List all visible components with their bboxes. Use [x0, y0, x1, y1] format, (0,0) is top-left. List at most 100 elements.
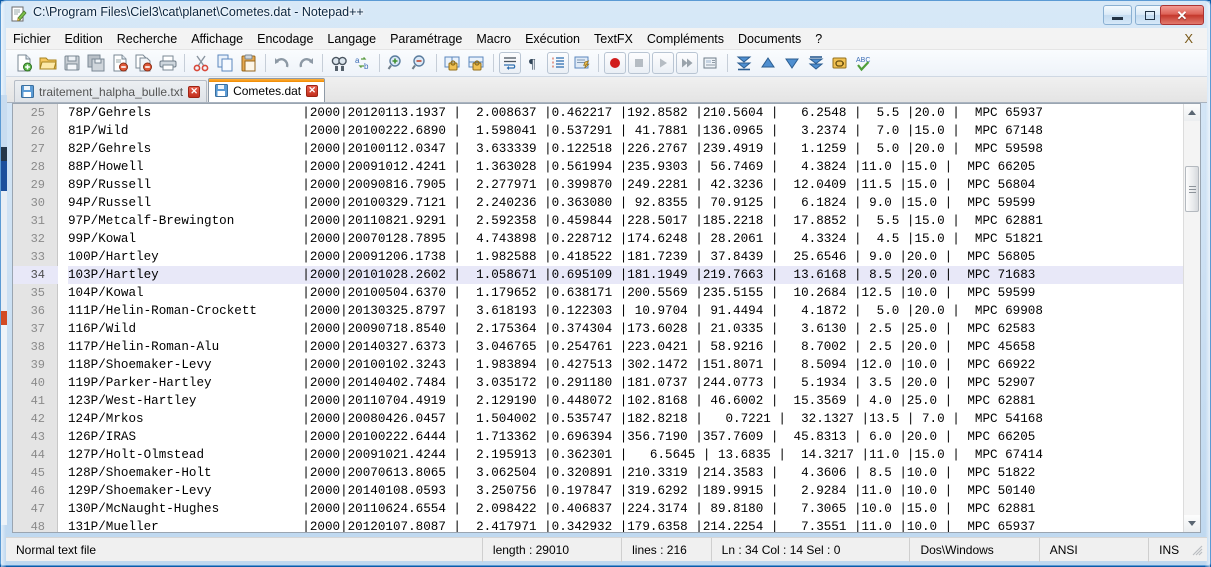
fold-margin[interactable]	[59, 104, 68, 532]
copy-icon[interactable]	[214, 52, 236, 74]
last-bookmark-icon[interactable]	[805, 52, 827, 74]
line-number-list: 25 26 27 28 29 30 31 32 33 34 35 36 37 38 39 40 41 42 43 44…	[13, 104, 58, 536]
zoom-in-icon[interactable]	[385, 52, 407, 74]
close-document-button[interactable]: X	[1184, 31, 1207, 46]
toolbar-separator	[598, 54, 599, 72]
line-number: 48	[13, 518, 58, 536]
menu-item-complements[interactable]: Compléments	[640, 29, 731, 49]
run-macro-multiple-icon[interactable]	[676, 52, 698, 74]
new-file-icon[interactable]	[13, 52, 35, 74]
scrollbar-grip-icon	[1188, 188, 1196, 190]
cut-icon[interactable]	[190, 52, 212, 74]
tab-close-icon[interactable]: ✕	[306, 84, 319, 97]
paste-icon[interactable]	[238, 52, 260, 74]
notepad-plus-plus-icon	[11, 6, 27, 22]
scroll-down-arrow[interactable]	[1184, 515, 1200, 532]
tab-traitement-halpha-bulle-txt[interactable]: traitement_halpha_bulle.txt ✕	[14, 80, 208, 102]
title-bar[interactable]: C:\Program Files\Ciel3\cat\planet\Comete…	[1, 1, 1210, 27]
menu-item-macro[interactable]: Macro	[469, 29, 518, 49]
indent-guide-icon[interactable]	[547, 52, 569, 74]
line-number-label: 31	[30, 214, 45, 228]
play-macro-icon[interactable]	[652, 52, 674, 74]
sync-horizontal-scroll-icon[interactable]	[466, 52, 488, 74]
editor-line-text: 126P/IRAS |2000|20100222.6444 | 1.713362…	[68, 430, 1036, 444]
line-number: 31	[13, 212, 58, 230]
menu-item-langage[interactable]: Langage	[320, 29, 383, 49]
next-bookmark-icon[interactable]	[781, 52, 803, 74]
save-icon[interactable]	[61, 52, 83, 74]
zoom-out-icon[interactable]	[409, 52, 431, 74]
minimize-button[interactable]	[1103, 5, 1132, 25]
notepad-plus-plus-window: C:\Program Files\Ciel3\cat\planet\Comete…	[0, 0, 1211, 567]
line-number: 45	[13, 464, 58, 482]
close-all-icon[interactable]	[133, 52, 155, 74]
editor-line-text: 97P/Metcalf-Brewington |2000|20110821.92…	[68, 214, 1043, 228]
replace-icon[interactable]: a b	[352, 52, 374, 74]
line-number: 47	[13, 500, 58, 518]
spell-check-icon[interactable]: ABC	[853, 52, 875, 74]
editor-line-text: 123P/West-Hartley |2000|20110704.4919 | …	[68, 394, 1036, 408]
resize-grip-icon[interactable]	[1191, 544, 1203, 556]
menu-item-execution[interactable]: Exécution	[518, 29, 587, 49]
undo-icon[interactable]	[271, 52, 293, 74]
menu-item-recherche[interactable]: Recherche	[110, 29, 184, 49]
close-button[interactable]: ✕	[1160, 5, 1204, 25]
save-macro-icon[interactable]	[700, 52, 722, 74]
line-number-label: 40	[30, 376, 45, 390]
editor-line-text: 124P/Mrkos |2000|20080426.0457 | 1.50400…	[68, 412, 1043, 426]
menu-item-encodage[interactable]: Encodage	[250, 29, 320, 49]
line-number: 40	[13, 374, 58, 392]
menu-item-textfx[interactable]: TextFX	[587, 29, 640, 49]
line-number-label: 30	[30, 196, 45, 210]
toolbar-separator	[436, 54, 437, 72]
menu-item-help[interactable]: ?	[808, 29, 829, 49]
docked-panel-strip	[1, 325, 7, 525]
menu-bar: Fichier Edition Recherche Affichage Enco…	[6, 28, 1207, 50]
status-length: length : 29010	[483, 537, 623, 562]
toolbar-separator	[184, 54, 185, 72]
editor-line-text: 127P/Holt-Olmstead |2000|20091021.4244 |…	[68, 448, 1043, 462]
scroll-up-arrow[interactable]	[1184, 104, 1200, 121]
scrollbar-thumb[interactable]	[1185, 166, 1199, 212]
stop-record-macro-icon[interactable]	[628, 52, 650, 74]
clear-bookmarks-icon[interactable]	[829, 52, 851, 74]
word-wrap-icon[interactable]	[499, 52, 521, 74]
show-all-chars-icon[interactable]: ¶	[523, 52, 545, 74]
svg-text:b: b	[364, 62, 369, 71]
toolbar-separator	[493, 54, 494, 72]
save-all-icon[interactable]	[85, 52, 107, 74]
editor-line-text: 81P/Wild |2000|20100222.6890 | 1.598041 …	[68, 124, 1043, 138]
line-number-label: 43	[30, 430, 45, 444]
menu-item-affichage[interactable]: Affichage	[184, 29, 250, 49]
line-number-label: 45	[30, 466, 45, 480]
editor-area[interactable]: 25 26 27 28 29 30 31 32 33 34 35 36 37 38 39 40 41 42 43 44…	[12, 103, 1201, 536]
print-icon[interactable]	[157, 52, 179, 74]
close-file-icon[interactable]	[109, 52, 131, 74]
find-icon[interactable]	[328, 52, 350, 74]
menu-item-edition[interactable]: Edition	[58, 29, 110, 49]
previous-bookmark-icon[interactable]	[757, 52, 779, 74]
svg-text:a: a	[355, 56, 360, 65]
open-file-icon[interactable]	[37, 52, 59, 74]
menu-item-documents[interactable]: Documents	[731, 29, 808, 49]
user-language-icon[interactable]	[571, 52, 593, 74]
toolbar-separator	[727, 54, 728, 72]
tab-cometes-dat[interactable]: Cometes.dat ✕	[208, 78, 326, 102]
editor-line-text: 129P/Shoemaker-Levy |2000|20140108.0593 …	[68, 484, 1036, 498]
save-disk-icon	[215, 84, 229, 97]
line-number: 44	[13, 446, 58, 464]
editor-line-text: 118P/Shoemaker-Levy |2000|20100102.3243 …	[68, 358, 1036, 372]
sync-vertical-scroll-icon[interactable]	[442, 52, 464, 74]
tab-close-icon[interactable]: ✕	[188, 85, 201, 98]
first-bookmark-icon[interactable]	[733, 52, 755, 74]
redo-icon[interactable]	[295, 52, 317, 74]
menu-item-parametrage[interactable]: Paramétrage	[383, 29, 469, 49]
menu-item-fichier[interactable]: Fichier	[6, 29, 58, 49]
editor-line-text: 82P/Gehrels |2000|20100112.0347 | 3.6333…	[68, 142, 1043, 156]
text-content[interactable]: 78P/Gehrels |2000|20120113.1937 | 2.0086…	[68, 104, 1183, 532]
line-number: 38	[13, 338, 58, 356]
status-encoding: ANSI	[1040, 537, 1150, 562]
vertical-scrollbar[interactable]	[1183, 104, 1200, 532]
start-record-macro-icon[interactable]	[604, 52, 626, 74]
line-number-label: 34	[30, 268, 45, 282]
